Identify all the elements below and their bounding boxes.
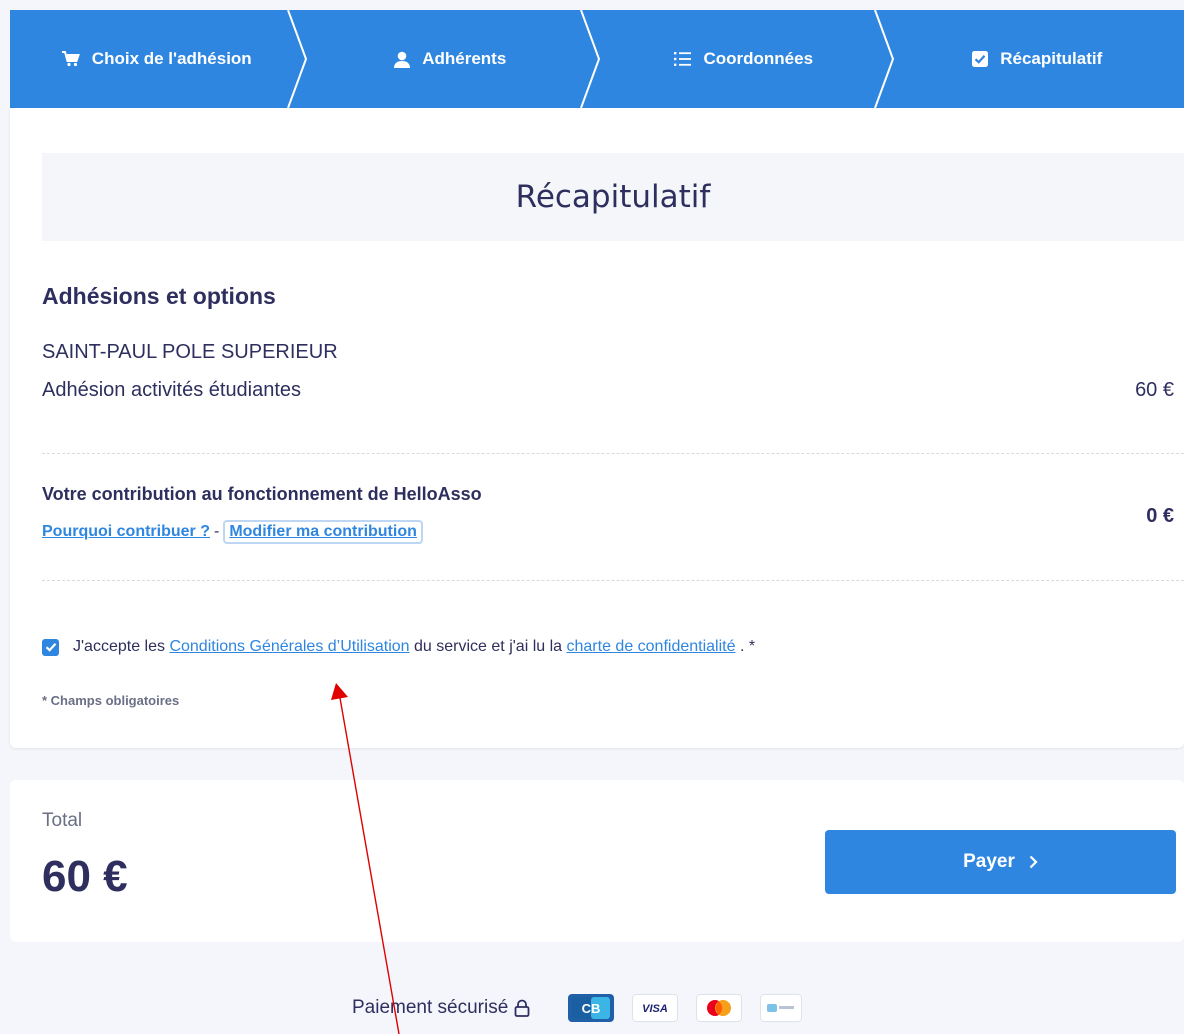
step-adherents[interactable]: Adhérents <box>304 10 601 108</box>
cgu-link[interactable]: Conditions Générales d’Utilisation <box>169 638 409 655</box>
summary-card: Récapitulatif Adhésions et options SAINT… <box>10 108 1184 748</box>
divider <box>42 580 1184 581</box>
terms-middle: du service et j'ai lu la <box>414 638 563 655</box>
modify-contribution-link[interactable]: Modifier ma contribution <box>223 520 423 544</box>
step-choix-adhesion[interactable]: Choix de l'adhésion <box>10 10 307 108</box>
checkbox-icon <box>972 51 989 67</box>
cb-logo: CB <box>568 994 615 1022</box>
step-label: Choix de l'adhésion <box>91 49 252 68</box>
link-separator: - <box>214 523 220 540</box>
organization-name: SAINT-PAUL POLE SUPERIEUR <box>42 341 338 363</box>
visa-logo: VISA <box>632 994 679 1022</box>
step-label: Coordonnées <box>703 49 814 68</box>
step-label: Adhérents <box>422 49 507 68</box>
secure-payment-text: Paiement sécurisé <box>352 997 530 1019</box>
user-icon <box>394 51 411 68</box>
step-recapitulatif[interactable]: Récapitulatif <box>891 10 1184 108</box>
pay-button[interactable]: Payer <box>825 830 1176 894</box>
chevron-right-icon <box>1029 855 1038 869</box>
paylib-logo <box>760 994 803 1022</box>
contribution-links: Pourquoi contribuer ? - Modifier ma cont… <box>42 520 423 544</box>
mastercard-logo <box>696 994 743 1022</box>
membership-name: Adhésion activités étudiantes <box>42 379 302 401</box>
lock-icon <box>514 999 530 1017</box>
check-icon <box>45 643 56 652</box>
terms-text: J'accepte les Conditions Générales d’Uti… <box>73 638 755 656</box>
terms-checkbox[interactable] <box>42 638 59 656</box>
contribution-price: 0 € <box>1146 505 1174 527</box>
required-fields-note: * Champs obligatoires <box>42 693 180 708</box>
total-card: Total 60 € Payer <box>10 780 1184 942</box>
checkout-stepper: Choix de l'adhésion Adhérents Coordonnée… <box>10 10 1184 108</box>
section-title: Adhésions et options <box>42 283 276 309</box>
total-value: 60 € <box>42 852 128 901</box>
summary-header: Récapitulatif <box>42 153 1184 241</box>
list-icon <box>674 52 692 66</box>
terms-prefix: J'accepte les <box>73 638 165 655</box>
terms-row: J'accepte les Conditions Générales d’Uti… <box>42 638 755 656</box>
step-coordonnees[interactable]: Coordonnées <box>597 10 894 108</box>
secure-payment-row: Paiement sécurisé CB VISA <box>352 990 803 1026</box>
pay-button-label: Payer <box>963 851 1015 872</box>
secure-label: Paiement sécurisé <box>352 997 509 1018</box>
page-title: Récapitulatif <box>515 179 711 215</box>
terms-suffix: . * <box>739 638 756 655</box>
divider <box>42 453 1184 454</box>
svg-text:VISA: VISA <box>642 1003 668 1015</box>
why-contribute-link[interactable]: Pourquoi contribuer ? <box>42 523 210 541</box>
step-label: Récapitulatif <box>1000 49 1103 68</box>
total-label: Total <box>42 810 83 831</box>
svg-text:CB: CB <box>582 1001 601 1016</box>
contribution-title: Votre contribution au fonctionnement de … <box>42 484 482 504</box>
privacy-charter-link[interactable]: charte de confidentialité <box>567 638 736 655</box>
cart-icon <box>61 51 80 67</box>
membership-price: 60 € <box>1135 379 1174 401</box>
payment-logos: CB VISA <box>568 994 803 1022</box>
